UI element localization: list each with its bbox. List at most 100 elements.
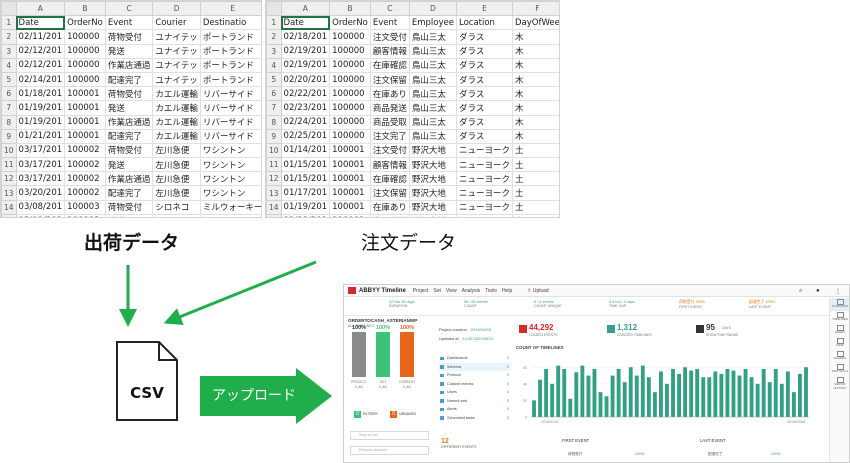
chart-bar[interactable]	[616, 368, 621, 417]
menu-tools[interactable]: Tools	[485, 288, 497, 294]
chart-bar[interactable]	[550, 383, 555, 417]
chart-bar[interactable]	[622, 382, 627, 417]
nav-item-label: Dashboards	[447, 356, 468, 360]
chart-bar[interactable]	[646, 377, 651, 417]
nav-item-users[interactable]: Users 2	[439, 388, 511, 397]
upload-arrow-label: アップロード	[212, 388, 296, 404]
chart-bar[interactable]	[580, 365, 585, 417]
chart-bar[interactable]	[628, 367, 633, 417]
menu-set[interactable]: Set	[433, 288, 441, 294]
user-icon[interactable]: ●	[816, 288, 820, 294]
right-sidebar-item[interactable]: OVERVIEW	[830, 298, 849, 311]
chart-bar[interactable]	[659, 371, 663, 417]
save-as-set-button[interactable]: Save as set	[350, 431, 429, 440]
right-sidebar-item[interactable]: METRIC HISTORY	[830, 376, 849, 390]
menu-project[interactable]: Project	[413, 288, 429, 294]
chart-bar[interactable]	[683, 367, 688, 417]
file-icon	[116, 341, 178, 421]
first-event-header: FIRST EVENT	[562, 438, 590, 443]
filters-button[interactable]: 0 FILTERS	[354, 410, 378, 418]
chart-bar[interactable]	[767, 382, 772, 417]
right-sidebar-item[interactable]: TIMELINES	[830, 311, 849, 324]
first-event-name: 荷物受付	[568, 452, 583, 456]
chart-bar[interactable]	[804, 367, 808, 417]
menu-help[interactable]: Help	[502, 288, 512, 294]
nav-item-named-sets[interactable]: Named sets 0	[439, 397, 511, 406]
stat-icon	[519, 325, 527, 333]
stat-unit: DAYS	[722, 326, 731, 330]
stat-icon	[607, 325, 615, 333]
chart-bar[interactable]	[586, 375, 591, 417]
chart-bar[interactable]	[610, 375, 615, 417]
chart-bar[interactable]	[532, 400, 536, 417]
chart-bar[interactable]	[695, 368, 700, 417]
different-events-label: DIFFERENT EVENTS	[441, 445, 477, 449]
chart-bar[interactable]	[634, 375, 639, 417]
chart-bar[interactable]	[791, 392, 796, 417]
right-sidebar-item[interactable]: PROTOCOL	[830, 363, 849, 376]
chart-bar[interactable]	[737, 375, 742, 417]
last-event-name: 配達完了	[708, 452, 723, 456]
stat-value: 1,312	[617, 323, 638, 332]
nav-item-dashboards[interactable]: Dashboards 0	[439, 354, 511, 363]
chart-bar[interactable]	[798, 373, 802, 417]
chart-bar[interactable]	[779, 383, 784, 417]
chart-bar[interactable]	[592, 368, 597, 417]
chart-bar[interactable]	[677, 373, 681, 417]
nav-item-label: Users	[447, 390, 457, 394]
remove-unsaved-button[interactable]: Remove unsaved	[350, 446, 429, 455]
right-sidebar-item[interactable]: QUERY	[830, 324, 849, 337]
stat-value: 95	[706, 323, 715, 332]
chart-bar[interactable]	[665, 383, 669, 417]
chart-bar[interactable]	[544, 368, 549, 417]
chart-bar[interactable]	[713, 371, 718, 417]
kpi-label: DURATION	[389, 304, 408, 308]
chart-bar[interactable]	[743, 368, 748, 417]
upload-button[interactable]: ⇪ Upload	[527, 288, 548, 294]
nav-item-custom-metrics[interactable]: Custom metrics 0	[439, 380, 511, 389]
right-sidebar-item[interactable]: SCHEMA	[830, 350, 849, 363]
kpi-item: 56 / 60 events COUNT	[464, 300, 488, 308]
chart-bar[interactable]	[701, 377, 706, 417]
chart-bar[interactable]	[719, 373, 724, 417]
chart-bar[interactable]	[761, 368, 766, 417]
search-icon[interactable]: ⌕	[799, 288, 802, 295]
chart-bar[interactable]	[574, 372, 579, 417]
chart-bar[interactable]	[598, 392, 603, 417]
orders-to-csv-arrow	[163, 260, 317, 325]
updated-row: Updated at 14:58 2021/06/21	[439, 334, 509, 343]
more-vert-icon[interactable]: ⋮	[835, 288, 841, 295]
chart-bar[interactable]	[725, 368, 730, 417]
chart-title: COUNT OF TIMELINES	[516, 345, 564, 350]
chart-bar[interactable]	[538, 379, 542, 417]
right-sidebar-item[interactable]: MINE	[830, 337, 849, 350]
chart-bar[interactable]	[785, 371, 790, 417]
chart-bar[interactable]	[773, 368, 778, 417]
chart-bar[interactable]	[707, 377, 712, 417]
menu-view[interactable]: View	[446, 288, 457, 294]
y-tick-label: 60	[523, 366, 527, 370]
menu-analysis[interactable]: Analysis	[462, 288, 481, 294]
chart-bar[interactable]	[749, 377, 754, 417]
chart-bar[interactable]	[556, 365, 561, 417]
nav-item-icon	[440, 373, 444, 377]
chart-bar[interactable]	[755, 383, 760, 417]
app-menu-bar: ABBYY Timeline Project Set View Analysis…	[344, 285, 849, 297]
chart-bar[interactable]	[689, 370, 694, 417]
percent-label: PROJECT	[351, 380, 367, 384]
chart-bar[interactable]	[731, 370, 736, 417]
kpi-label: COUNT	[464, 304, 477, 308]
nav-item-scheduled-tasks[interactable]: Scheduled tasks 0	[439, 414, 511, 423]
nav-item-protocol[interactable]: Protocol 0	[439, 371, 511, 380]
chart-bar[interactable]	[652, 392, 657, 417]
abbyy-logo-icon	[348, 287, 356, 294]
chart-bar[interactable]	[640, 365, 645, 417]
chart-bar[interactable]	[604, 396, 609, 417]
chart-bar[interactable]	[562, 368, 567, 417]
unsaved-button[interactable]: 0 UNSAVED	[390, 410, 416, 418]
chart-bar[interactable]	[568, 398, 573, 417]
nav-item-schema[interactable]: Schema 0	[439, 362, 511, 371]
nav-item-alerts[interactable]: Alerts 0	[439, 405, 511, 414]
chart-bar[interactable]	[671, 368, 675, 417]
percent-label: SET	[379, 380, 387, 384]
